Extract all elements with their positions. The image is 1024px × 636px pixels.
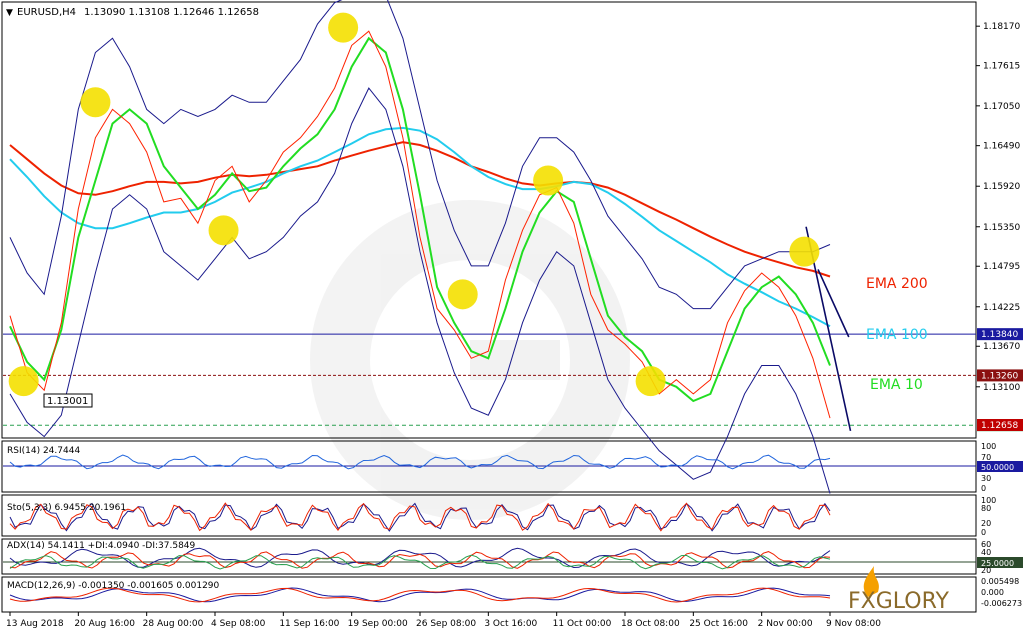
macd-tick-zero: 0.000 bbox=[981, 588, 1004, 597]
y-tick-label-5: 1.15350 bbox=[983, 223, 1020, 233]
adx-minus-line bbox=[9, 551, 831, 569]
y-tick-label-2: 1.17050 bbox=[983, 102, 1020, 112]
x-tick-label-1: 20 Aug 16:00 bbox=[74, 619, 135, 629]
x-tick-label-11: 2 Nov 00:00 bbox=[758, 619, 813, 629]
rsi-level: 50.0000 bbox=[981, 463, 1014, 472]
swing-marker-1 bbox=[80, 87, 111, 118]
x-tick-label-7: 3 Oct 16:00 bbox=[484, 619, 537, 629]
x-tick-label-8: 11 Oct 00:00 bbox=[553, 619, 612, 629]
chart-canvas: ▼ EURUSD,H4 1.13090 1.13108 1.12646 1.12… bbox=[1, 0, 1023, 629]
time-axis: 13 Aug 2018 20 Aug 16:00 28 Aug 00:00 4 Sep… bbox=[6, 612, 881, 629]
sto-tick-0: 0 bbox=[981, 528, 986, 537]
watermark bbox=[310, 200, 630, 520]
y-tick-label-3: 1.16490 bbox=[983, 142, 1020, 152]
macd-label: MACD(12,26,9) -0.001350 -0.001605 0.0012… bbox=[7, 581, 220, 591]
rsi-label: RSI(14) 24.7444 bbox=[7, 446, 80, 456]
swing-marker-2 bbox=[208, 215, 239, 246]
rsi-tick-30: 30 bbox=[981, 474, 991, 483]
price-label: 1.12658 bbox=[981, 421, 1018, 431]
y-tick-label-7: 1.14225 bbox=[983, 303, 1020, 313]
bollinger-lower-line bbox=[9, 87, 831, 494]
adx-label: ADX(14) 54.1411 +DI:4.0940 -DI:37.5849 bbox=[7, 541, 196, 551]
x-tick-label-6: 26 Sep 08:00 bbox=[416, 619, 476, 629]
x-tick-label-3: 4 Sep 08:00 bbox=[211, 619, 266, 629]
x-tick-label-0: 13 Aug 2018 bbox=[6, 619, 64, 629]
adx-line bbox=[9, 547, 831, 569]
x-tick-label-4: 11 Sep 16:00 bbox=[279, 619, 339, 629]
logo-text: FXGLORY bbox=[848, 589, 949, 614]
swing-marker-4 bbox=[447, 279, 478, 310]
y-tick-label-6: 1.14795 bbox=[983, 262, 1020, 272]
y-tick-label-4: 1.15920 bbox=[983, 182, 1020, 192]
y-tick-label-1: 1.17615 bbox=[983, 62, 1020, 72]
symbol-label: EURUSD,H4 bbox=[17, 7, 76, 18]
macd-tick-bottom: -0.006273 bbox=[981, 599, 1022, 608]
swing-marker-0 bbox=[8, 366, 39, 397]
y-tick-label-9: 1.13100 bbox=[983, 383, 1020, 393]
sto-label: Sto(5,3,3) 6.9455 20.1961 bbox=[7, 503, 126, 513]
adx-tick-40: 40 bbox=[981, 548, 991, 557]
swing-marker-7 bbox=[789, 236, 820, 267]
swing-marker-5 bbox=[533, 165, 564, 196]
adx-tick-20: 20 bbox=[981, 566, 991, 575]
y-tick-label-8: 1.13670 bbox=[983, 342, 1020, 352]
swing-marker-3 bbox=[328, 12, 359, 43]
level-label-1: 1.13260 bbox=[981, 371, 1018, 381]
low-annotation: 1.13001 bbox=[47, 396, 88, 407]
fxglory-logo: FXGLORY bbox=[848, 566, 949, 614]
sto-tick-80: 80 bbox=[981, 504, 991, 513]
y-tick-label-0: 1.18170 bbox=[983, 22, 1020, 32]
ema-10-label: EMA 10 bbox=[870, 377, 923, 393]
x-tick-label-10: 25 Oct 16:00 bbox=[689, 619, 748, 629]
x-tick-label-9: 18 Oct 08:00 bbox=[621, 619, 680, 629]
sto-tick-20: 20 bbox=[981, 519, 991, 528]
header-arrow-icon[interactable]: ▼ bbox=[6, 8, 13, 18]
ema-200-label: EMA 200 bbox=[866, 276, 928, 292]
rsi-tick-0: 0 bbox=[981, 484, 986, 493]
x-tick-label-12: 9 Nov 08:00 bbox=[826, 619, 881, 629]
ema-100-label: EMA 100 bbox=[866, 327, 928, 343]
swing-marker-6 bbox=[635, 366, 666, 397]
level-label-0: 1.13840 bbox=[981, 330, 1018, 340]
x-tick-label-5: 19 Sep 00:00 bbox=[348, 619, 408, 629]
rsi-tick-100: 100 bbox=[981, 442, 996, 451]
rsi-tick-70: 70 bbox=[981, 453, 991, 462]
macd-tick-top: 0.005498 bbox=[981, 577, 1019, 586]
x-tick-label-2: 28 Aug 00:00 bbox=[143, 619, 204, 629]
ohlc-label: 1.13090 1.13108 1.12646 1.12658 bbox=[84, 7, 259, 18]
